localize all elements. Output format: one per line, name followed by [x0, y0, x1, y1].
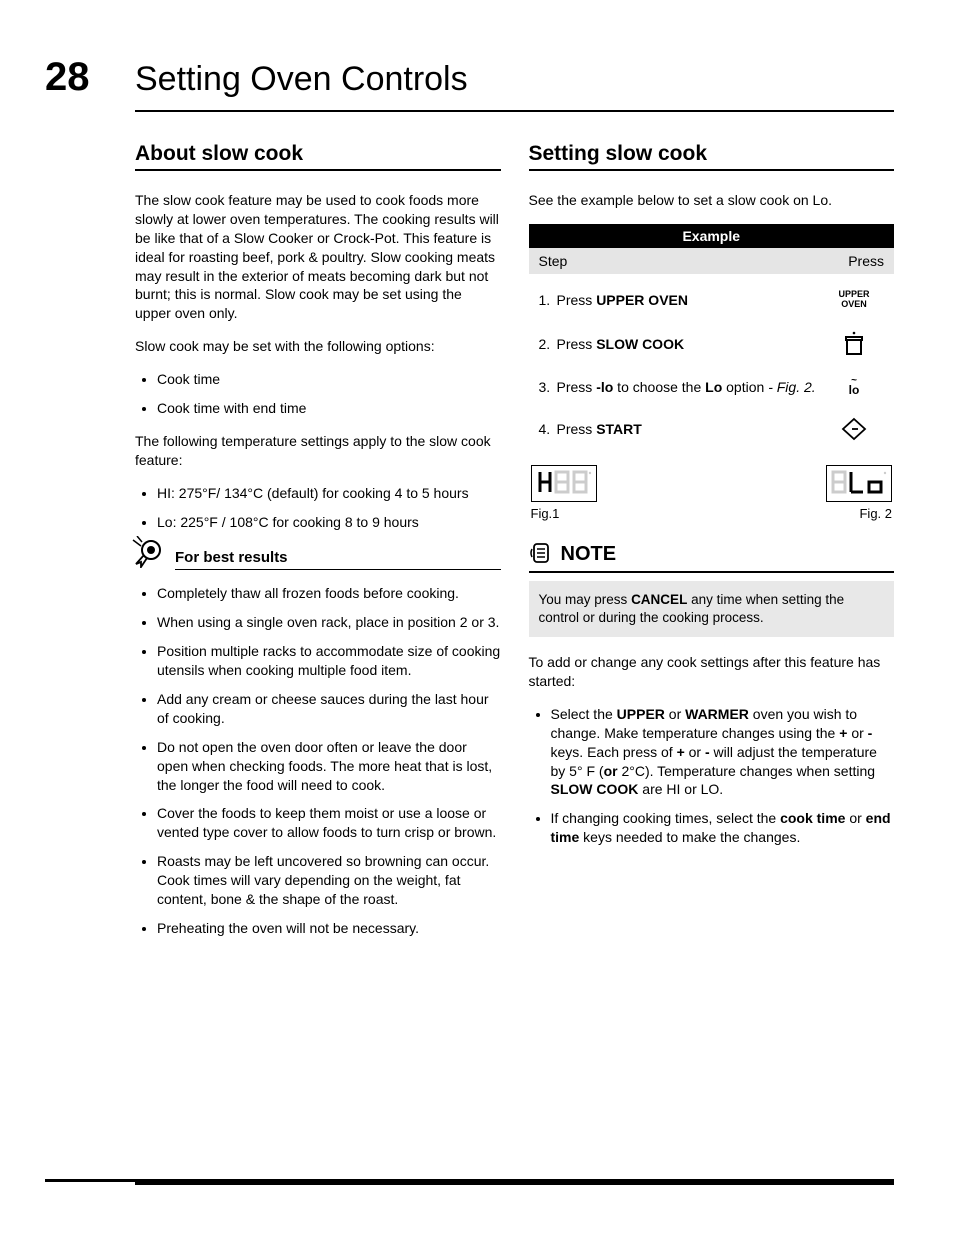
example-header: Example — [529, 224, 895, 248]
list-item: Select the UPPER or WARMER oven you wish… — [551, 705, 895, 799]
temps-list: HI: 275°F/ 134°C (default) for cooking 4… — [135, 484, 501, 532]
list-item: If changing cooking times, select the co… — [551, 809, 895, 847]
change-list: Select the UPPER or WARMER oven you wish… — [529, 705, 895, 847]
figure-2: Fig. 2 — [826, 465, 892, 521]
heading-setting-slow-cook: Setting slow cook — [529, 142, 895, 171]
step-text: Press UPPER OVEN — [557, 292, 689, 308]
page-number: 28 — [45, 55, 135, 100]
heading-about-slow-cook: About slow cook — [135, 142, 501, 171]
left-column: About slow cook The slow cook feature ma… — [135, 142, 501, 952]
note-icon — [529, 541, 553, 568]
list-item: Position multiple racks to accommodate s… — [157, 642, 501, 680]
figure-1: Fig.1 — [531, 465, 597, 521]
list-item: HI: 275°F/ 134°C (default) for cooking 4… — [157, 484, 501, 503]
options-list: Cook time Cook time with end time — [135, 370, 501, 418]
list-item: When using a single oven rack, place in … — [157, 613, 501, 632]
list-item: Do not open the oven door often or leave… — [157, 738, 501, 795]
step-text: Press START — [557, 421, 642, 437]
options-intro: Slow cook may be set with the following … — [135, 337, 501, 356]
note-heading: NOTE — [561, 543, 617, 566]
table-row: 1.Press UPPER OVEN UPPER OVEN — [529, 280, 895, 320]
footer-divider — [45, 1179, 894, 1185]
lo-button-icon: ~ lo — [824, 378, 884, 397]
best-results-heading: For best results — [175, 549, 288, 566]
step-text: Press -lo to choose the Lo option - Fig.… — [557, 379, 816, 395]
col-press-label: Press — [848, 253, 884, 269]
display-hi-icon — [531, 465, 597, 502]
table-row: 2.Press SLOW COOK — [529, 320, 895, 368]
list-item: Roasts may be left uncovered so browning… — [157, 852, 501, 909]
note-body: You may press CANCEL any time when setti… — [529, 581, 895, 637]
col-step-label: Step — [539, 253, 568, 269]
change-intro: To add or change any cook settings after… — [529, 653, 895, 691]
about-intro: The slow cook feature may be used to coo… — [135, 191, 501, 323]
best-results-list: Completely thaw all frozen foods before … — [135, 584, 501, 937]
fig1-label: Fig.1 — [531, 506, 597, 521]
list-item: Cover the foods to keep them moist or us… — [157, 804, 501, 842]
list-item: Add any cream or cheese sauces during th… — [157, 690, 501, 728]
upper-oven-button-icon: UPPER OVEN — [824, 290, 884, 310]
setting-intro: See the example below to set a slow cook… — [529, 191, 895, 210]
list-item: Preheating the oven will not be necessar… — [157, 919, 501, 938]
table-row: 4.Press START — [529, 407, 895, 451]
title-divider — [135, 110, 894, 112]
display-lo-icon — [826, 465, 892, 502]
list-item: Lo: 225°F / 108°C for cooking 8 to 9 hou… — [157, 513, 501, 532]
list-item: Completely thaw all frozen foods before … — [157, 584, 501, 603]
right-column: Setting slow cook See the example below … — [529, 142, 895, 952]
slow-cook-icon — [824, 330, 884, 358]
table-row: 3.Press -lo to choose the Lo option - Fi… — [529, 368, 895, 407]
list-item: Cook time — [157, 370, 501, 389]
example-table: Example Step Press 1.Press UPPER OVEN UP… — [529, 224, 895, 457]
list-item: Cook time with end time — [157, 399, 501, 418]
ribbon-icon — [127, 536, 167, 571]
page-title: Setting Oven Controls — [135, 60, 468, 99]
temp-intro: The following temperature settings apply… — [135, 432, 501, 470]
fig2-label: Fig. 2 — [826, 506, 892, 521]
step-text: Press SLOW COOK — [557, 336, 685, 352]
start-icon — [824, 417, 884, 441]
